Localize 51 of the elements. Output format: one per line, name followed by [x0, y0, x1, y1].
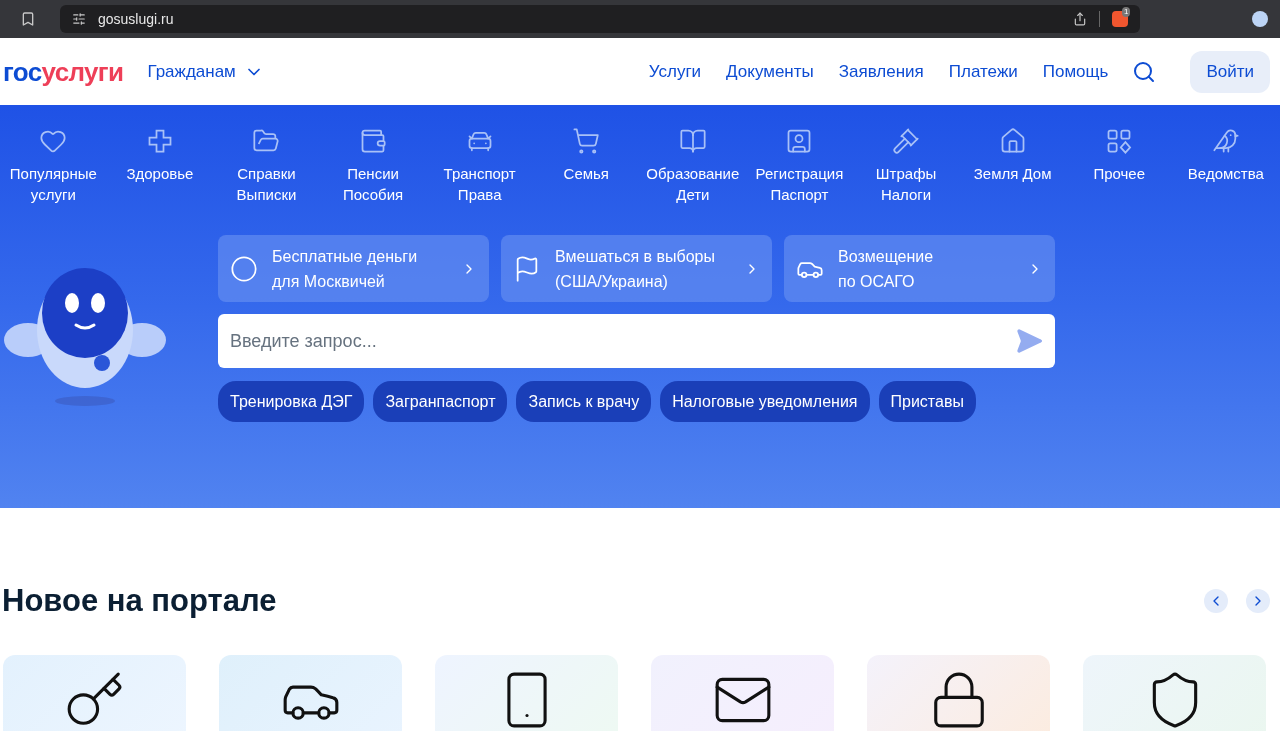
next-button[interactable]: [1246, 589, 1270, 614]
cart-icon[interactable]: [572, 127, 601, 155]
category-link[interactable]: Штрафы Налоги: [856, 163, 957, 205]
search-icon[interactable]: [1132, 59, 1157, 84]
extension-badge: 1: [1122, 7, 1131, 17]
category-link[interactable]: Земля Дом: [962, 163, 1063, 184]
category-link[interactable]: Здоровье: [109, 163, 210, 184]
category-link[interactable]: Пенсии Пособия: [323, 163, 424, 205]
site-settings-icon[interactable]: [72, 12, 86, 26]
profile-avatar[interactable]: [1252, 11, 1268, 27]
promo-card[interactable]: Вмешаться в выборы (США/Украина): [501, 235, 772, 302]
circle-icon: [230, 254, 258, 283]
quick-search-chip[interactable]: Загранпаспорт: [373, 381, 508, 422]
previous-button[interactable]: [1204, 589, 1228, 614]
promo-text: Вмешаться в выборы (США/Украина): [555, 246, 716, 292]
wallet-icon[interactable]: [359, 127, 388, 155]
share-icon[interactable]: [1073, 12, 1087, 26]
quick-search-chip[interactable]: Налоговые уведомления: [660, 381, 870, 422]
quick-search-chip[interactable]: Запись к врачу: [516, 381, 652, 422]
login-button[interactable]: Войти: [1190, 50, 1270, 93]
nav-link[interactable]: Платежи: [948, 58, 1018, 85]
category-link[interactable]: Популярные услуги: [3, 163, 104, 205]
category-link[interactable]: Справки Выписки: [216, 163, 317, 205]
address-bar[interactable]: gosuslugi.ru 1: [60, 5, 1140, 33]
category-link[interactable]: Транспорт Права: [429, 163, 530, 205]
category-link[interactable]: Образование Дети: [642, 163, 743, 205]
bird-icon[interactable]: [1211, 127, 1240, 155]
category-link[interactable]: Прочее: [1069, 163, 1170, 184]
promo-card[interactable]: Возмещение по ОСАГО: [784, 235, 1055, 302]
gavel-icon[interactable]: [892, 127, 921, 155]
category-link[interactable]: Семья: [536, 163, 637, 184]
url-text: gosuslugi.ru: [98, 9, 174, 29]
nav-link[interactable]: Документы: [726, 58, 814, 85]
category-link[interactable]: Регистрация Паспорт: [749, 163, 850, 205]
bookmark-icon[interactable]: [20, 11, 36, 27]
search-field[interactable]: Введите запрос...: [218, 314, 1055, 368]
category-link[interactable]: Ведомства: [1175, 163, 1276, 184]
promo-text: Возмещение по ОСАГО: [838, 246, 935, 292]
grid-icon[interactable]: [1105, 127, 1134, 155]
nav-link[interactable]: Заявления: [838, 58, 924, 85]
quick-search-chip[interactable]: Тренировка ДЭГ: [218, 381, 365, 422]
promo-card[interactable]: Бесплатные деньги для Москвичей: [218, 235, 489, 302]
section-title: Новое на портале: [2, 582, 277, 620]
nav-link[interactable]: Помощь: [1042, 58, 1109, 85]
audience-dropdown[interactable]: Гражданам: [147, 58, 264, 85]
nav-link[interactable]: Услуги: [648, 58, 702, 85]
send-icon[interactable]: [1015, 327, 1043, 355]
logo[interactable]: госуслуги: [3, 58, 124, 85]
quick-search-chip[interactable]: Приставы: [878, 381, 976, 422]
book-icon[interactable]: [678, 127, 707, 155]
promo-text: Бесплатные деньги для Москвичей: [272, 246, 419, 292]
